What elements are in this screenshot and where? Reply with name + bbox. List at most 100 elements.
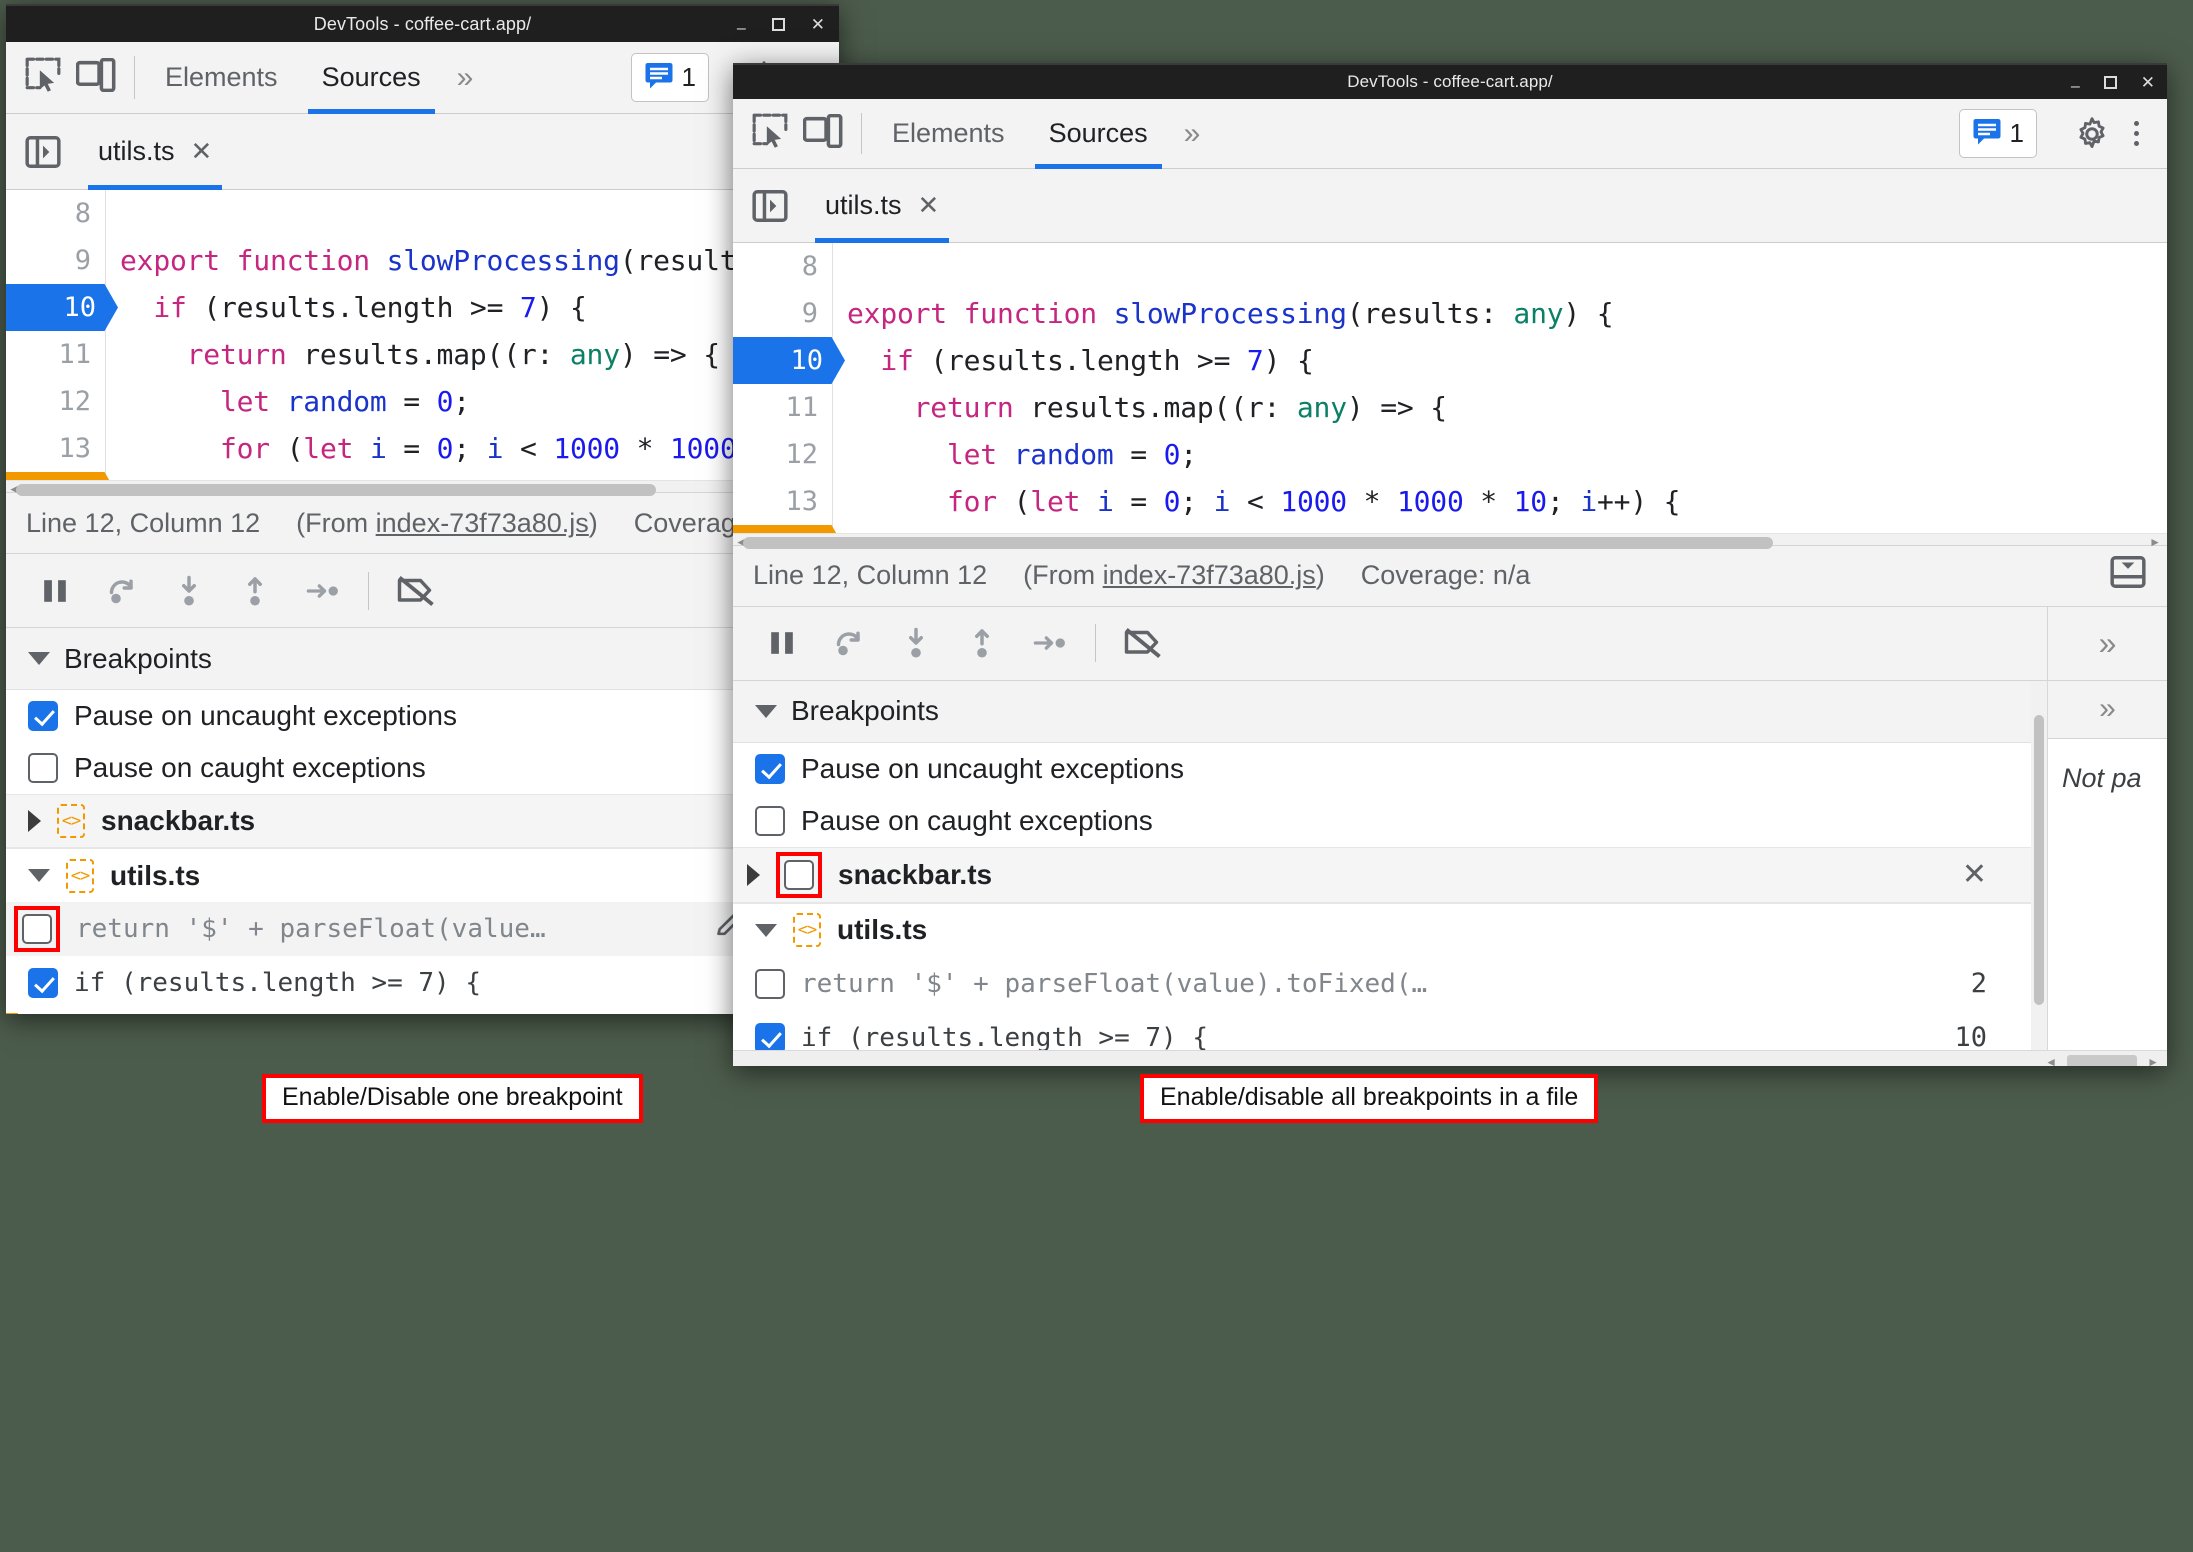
show-navigator-icon[interactable] xyxy=(733,187,805,225)
step-into-icon[interactable] xyxy=(883,625,949,661)
more-tabs-icon[interactable]: » xyxy=(1170,99,1215,168)
show-navigator-icon[interactable] xyxy=(6,133,78,171)
breakpoint-marker-blue[interactable]: 10 xyxy=(6,284,118,331)
code-line[interactable]: 8 xyxy=(733,243,2167,290)
pause-uncaught-checkbox[interactable] xyxy=(755,753,785,784)
issues-button[interactable]: 1 xyxy=(1958,109,2037,158)
step-out-icon[interactable] xyxy=(222,573,288,609)
step-icon[interactable] xyxy=(288,576,358,606)
breakpoint-checkbox[interactable] xyxy=(28,968,58,999)
code-line[interactable]: 12 let random = 0; xyxy=(733,431,2167,478)
code-line[interactable]: 9 export function slowProcessing(results:… xyxy=(6,237,839,284)
breakpoint-checkbox[interactable] xyxy=(755,1022,785,1050)
deactivate-breakpoints-icon[interactable] xyxy=(1106,625,1180,661)
breakpoints-section-header[interactable]: Breakpoints xyxy=(733,680,2047,743)
maximize-button[interactable] xyxy=(2103,75,2117,89)
pause-uncaught-row[interactable]: Pause on uncaught exceptions xyxy=(733,743,2047,795)
close-icon[interactable]: ✕ xyxy=(918,190,940,221)
chevron-down-icon[interactable] xyxy=(28,652,50,666)
breakpoint-file-utils[interactable]: <> utils.ts xyxy=(733,902,2047,957)
more-panels-icon[interactable]: » xyxy=(2047,606,2167,680)
pause-caught-row[interactable]: Pause on caught exceptions xyxy=(733,795,2047,847)
gear-icon[interactable] xyxy=(2062,116,2122,152)
line-number[interactable]: 8 xyxy=(733,243,833,290)
code-editor-left[interactable]: 8 9 export function slowProcessing(results… xyxy=(6,190,839,480)
pause-uncaught-row[interactable]: Pause on uncaught exceptions xyxy=(6,690,839,742)
breakpoint-checkbox[interactable] xyxy=(22,914,52,945)
breakpoint-item[interactable]: return '$' + parseFloat(value).toFixed(…… xyxy=(733,956,2047,1011)
line-number[interactable]: 9 xyxy=(6,237,106,284)
step-icon[interactable] xyxy=(1015,628,1085,658)
step-over-icon[interactable] xyxy=(88,573,156,609)
deactivate-breakpoints-icon[interactable] xyxy=(379,573,453,609)
inspect-element-icon[interactable] xyxy=(24,56,62,99)
code-hscrollbar-left[interactable]: ◄ xyxy=(6,480,839,496)
tab-elements[interactable]: Elements xyxy=(143,42,300,113)
close-icon[interactable]: ✕ xyxy=(191,136,213,167)
inspect-element-icon[interactable] xyxy=(751,112,789,155)
code-line[interactable]: 8 xyxy=(6,190,839,237)
issues-button[interactable]: 1 xyxy=(630,53,709,102)
line-number[interactable]: 11 xyxy=(733,384,833,431)
step-into-icon[interactable] xyxy=(156,573,222,609)
code-line[interactable]: 11 return results.map((r: any) => { xyxy=(733,384,2167,431)
breakpoint-file-utils[interactable]: <> utils.ts xyxy=(6,848,839,903)
code-line[interactable]: 10 if (results.length >= 7) { xyxy=(6,284,839,331)
more-panels-icon[interactable]: » xyxy=(2048,680,2167,739)
breakpoint-file-snackbar[interactable]: snackbar.ts ✕ xyxy=(733,846,2047,903)
minimize-button[interactable]: – xyxy=(737,21,746,37)
breakpoint-item[interactable]: if (results.length >= 7) { 10 xyxy=(733,1011,2047,1050)
minimize-button[interactable]: – xyxy=(2071,79,2080,95)
code-line[interactable]: 11 return results.map((r: any) => { xyxy=(6,331,839,378)
devtools-window-right[interactable]: DevTools - coffee-cart.app/ – ✕ Elements… xyxy=(733,63,2167,1066)
source-map-link[interactable]: index-73f73a80.js xyxy=(1103,560,1316,590)
pause-uncaught-checkbox[interactable] xyxy=(28,701,58,732)
code-line[interactable]: ?14 random = random * ?Math.random(); xyxy=(6,472,839,480)
pause-caught-checkbox[interactable] xyxy=(28,753,58,784)
code-line[interactable]: 9 export function slowProcessing(results:… xyxy=(733,290,2167,337)
line-number[interactable]: 13 xyxy=(733,478,833,525)
pause-resume-icon[interactable] xyxy=(749,626,815,660)
code-line[interactable]: 13 for (let i = 0; i < 1000 * 1000 * 10;… xyxy=(733,478,2167,525)
remove-icon[interactable]: ✕ xyxy=(1962,857,1987,892)
more-tabs-icon[interactable]: » xyxy=(443,42,488,113)
breakpoint-item[interactable]: return '$' + parseFloat(value).toFi… ✕ 2 xyxy=(6,902,839,957)
pause-resume-icon[interactable] xyxy=(22,574,88,608)
line-number[interactable]: 12 xyxy=(733,431,833,478)
device-toolbar-icon[interactable] xyxy=(75,57,116,97)
source-map-link[interactable]: index-73f73a80.js xyxy=(376,508,589,538)
breakpoint-item[interactable]: if (results.length >= 7) { 10 xyxy=(6,956,839,1010)
line-number[interactable]: 12 xyxy=(6,378,106,425)
line-number[interactable]: 9 xyxy=(733,290,833,337)
code-editor-right[interactable]: 8 9 export function slowProcessing(results… xyxy=(733,243,2167,533)
pause-caught-checkbox[interactable] xyxy=(755,805,785,836)
file-tab-utils[interactable]: utils.ts ✕ xyxy=(805,169,959,243)
chevron-down-icon[interactable] xyxy=(28,869,50,883)
step-out-icon[interactable] xyxy=(949,625,1015,661)
chevron-down-icon[interactable] xyxy=(755,923,777,937)
code-line[interactable]: 12 let random = 0; xyxy=(6,378,839,425)
code-line[interactable]: 13 for (let i = 0; i < 1000 * 1000 * 10;… xyxy=(6,425,839,472)
close-button[interactable]: ✕ xyxy=(2141,74,2155,91)
breakpoint-item[interactable]: random = random * Math.random(); 14 xyxy=(6,1010,839,1014)
breakpoints-section-header[interactable]: Breakpoints xyxy=(6,628,839,691)
pause-caught-row[interactable]: Pause on caught exceptions xyxy=(6,742,839,794)
window-hscrollbar-right[interactable]: ► ◄ xyxy=(733,1049,2167,1066)
code-hscrollbar-right[interactable]: ◄ ► xyxy=(733,533,2167,549)
code-line[interactable]: ?14 random = random * ?Math.random(); xyxy=(733,525,2167,533)
file-breakpoints-checkbox[interactable] xyxy=(784,859,814,890)
breakpoint-marker-orange[interactable]: ?14 xyxy=(6,472,118,480)
sidebar-vscrollbar[interactable] xyxy=(2031,680,2047,1050)
chevron-right-icon[interactable] xyxy=(28,810,41,833)
tab-elements[interactable]: Elements xyxy=(870,99,1027,168)
code-line[interactable]: 10 if (results.length >= 7) { xyxy=(733,337,2167,384)
tab-sources[interactable]: Sources xyxy=(300,42,443,114)
line-number[interactable]: 13 xyxy=(6,425,106,472)
breakpoint-checkbox[interactable] xyxy=(755,968,785,999)
breakpoint-marker-orange[interactable]: ?14 xyxy=(733,525,845,533)
step-over-icon[interactable] xyxy=(815,625,883,661)
kebab-menu-icon[interactable] xyxy=(2128,121,2149,146)
line-number[interactable]: 11 xyxy=(6,331,106,378)
breakpoint-marker-blue[interactable]: 10 xyxy=(733,337,845,384)
tab-sources[interactable]: Sources xyxy=(1027,99,1170,169)
